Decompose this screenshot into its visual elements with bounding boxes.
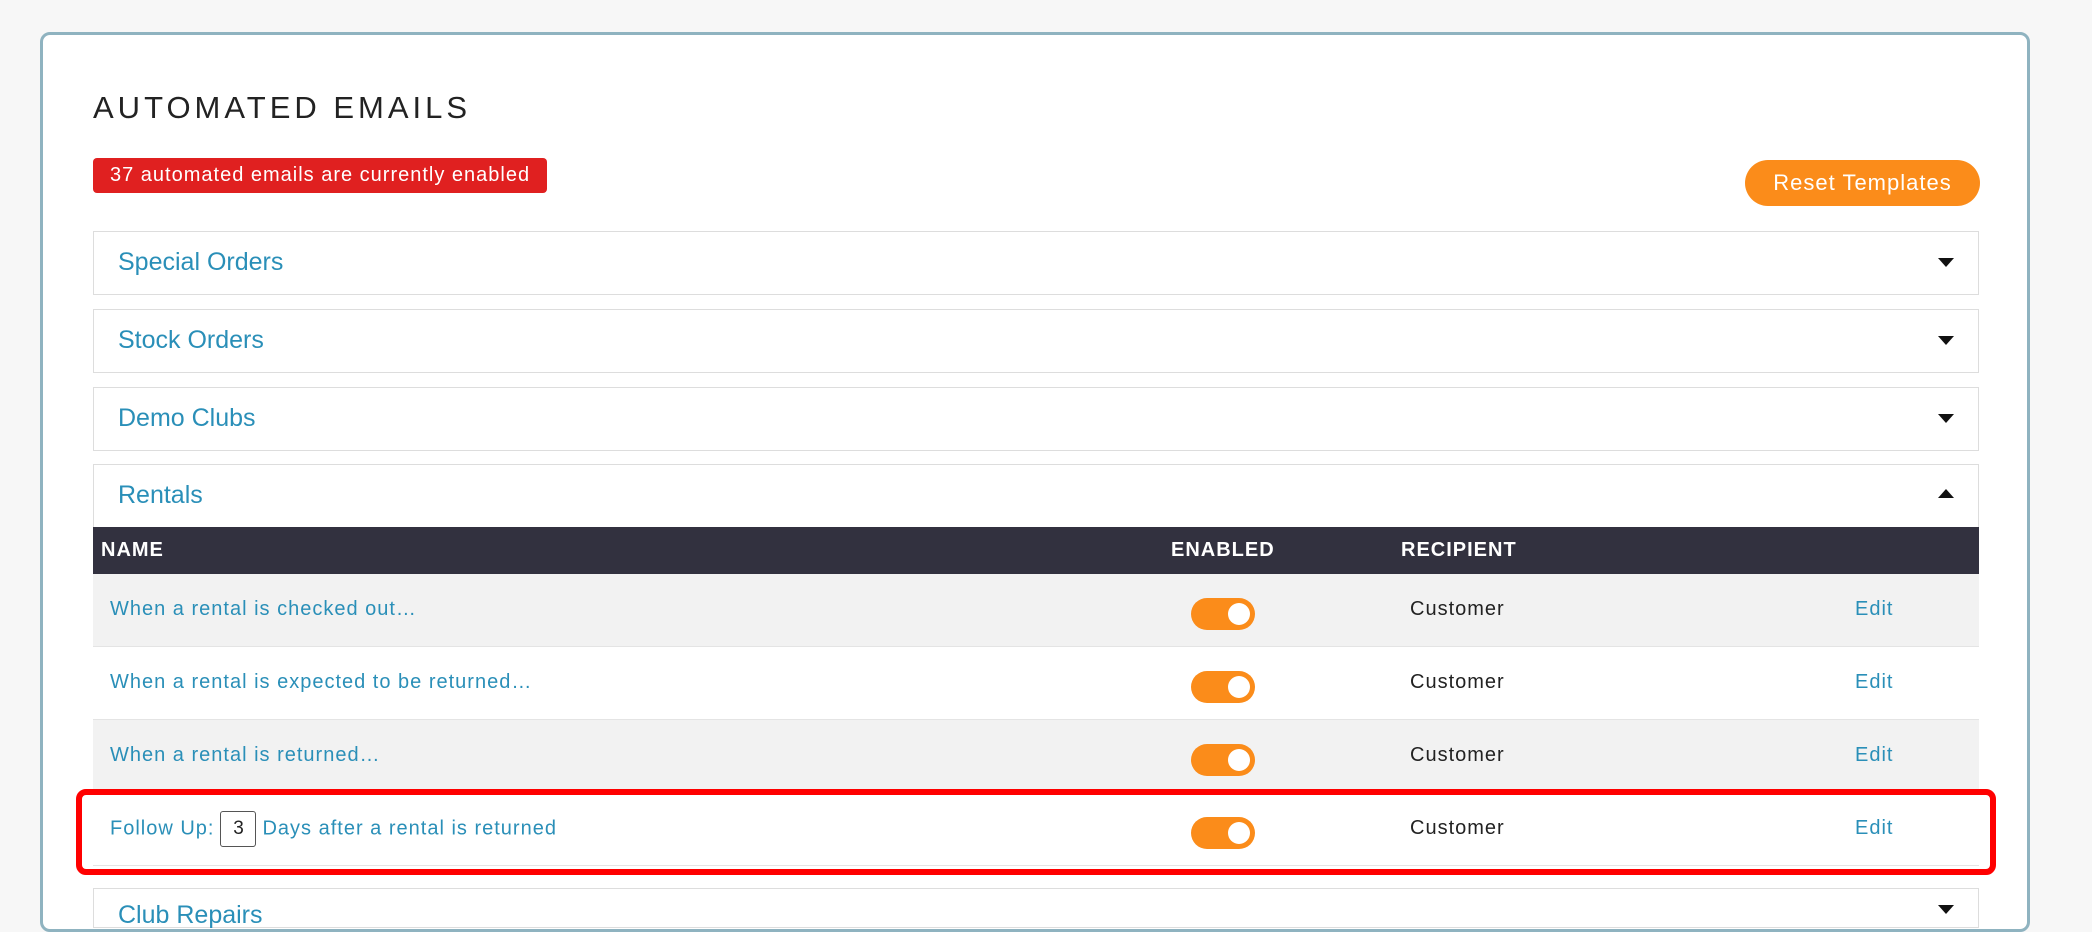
edit-link[interactable]: Edit [1855, 598, 1893, 621]
edit-link[interactable]: Edit [1855, 817, 1893, 840]
email-name-link[interactable]: When a rental is checked out… [110, 598, 417, 621]
table-row-follow-up: Follow Up: Days after a rental is returne… [93, 793, 1979, 866]
section-stock-orders[interactable]: Stock Orders [93, 309, 1979, 373]
edit-link[interactable]: Edit [1855, 744, 1893, 767]
toggle-knob [1228, 749, 1250, 771]
chevron-down-icon [1938, 336, 1954, 345]
section-title: Stock Orders [118, 326, 264, 354]
follow-up-name: Follow Up: Days after a rental is returne… [110, 811, 557, 847]
section-title: Rentals [118, 481, 203, 509]
email-name-link[interactable]: When a rental is expected to be returned… [110, 671, 532, 694]
page-title: AUTOMATED EMAILS [93, 90, 472, 125]
reset-templates-button[interactable]: Reset Templates [1745, 160, 1980, 206]
toggle-knob [1228, 822, 1250, 844]
table-row: When a rental is expected to be returned… [93, 647, 1979, 720]
chevron-down-icon [1938, 905, 1954, 914]
section-title: Club Repairs [118, 901, 263, 929]
rentals-table-header: NAME ENABLED RECIPIENT [93, 527, 1979, 574]
recipient-value: Customer [1410, 671, 1505, 693]
section-title: Demo Clubs [118, 404, 256, 432]
chevron-up-icon [1938, 489, 1954, 498]
follow-up-days-input[interactable] [220, 811, 257, 847]
enabled-toggle[interactable] [1191, 598, 1255, 630]
toggle-knob [1228, 603, 1250, 625]
table-row: When a rental is checked out… Customer E… [93, 574, 1979, 647]
toggle-knob [1228, 676, 1250, 698]
section-club-repairs[interactable]: Club Repairs [93, 888, 1979, 929]
email-name-link[interactable]: When a rental is returned… [110, 744, 381, 767]
status-badge: 37 automated emails are currently enable… [93, 158, 548, 193]
column-header-name: NAME [101, 539, 164, 561]
recipient-value: Customer [1410, 598, 1505, 620]
edit-link[interactable]: Edit [1855, 671, 1893, 694]
follow-up-suffix[interactable]: Days after a rental is returned [262, 817, 556, 839]
recipient-value: Customer [1410, 744, 1505, 766]
section-demo-clubs[interactable]: Demo Clubs [93, 387, 1979, 451]
chevron-down-icon [1938, 258, 1954, 267]
section-special-orders[interactable]: Special Orders [93, 231, 1979, 295]
column-header-enabled: ENABLED [1171, 539, 1275, 561]
column-header-recipient: RECIPIENT [1401, 539, 1517, 561]
section-rentals[interactable]: Rentals [93, 464, 1979, 527]
table-row: When a rental is returned… Customer Edit [93, 720, 1979, 793]
enabled-toggle[interactable] [1191, 744, 1255, 776]
enabled-toggle[interactable] [1191, 817, 1255, 849]
section-title: Special Orders [118, 248, 284, 276]
recipient-value: Customer [1410, 817, 1505, 839]
follow-up-prefix[interactable]: Follow Up: [110, 817, 214, 839]
chevron-down-icon [1938, 414, 1954, 423]
enabled-toggle[interactable] [1191, 671, 1255, 703]
